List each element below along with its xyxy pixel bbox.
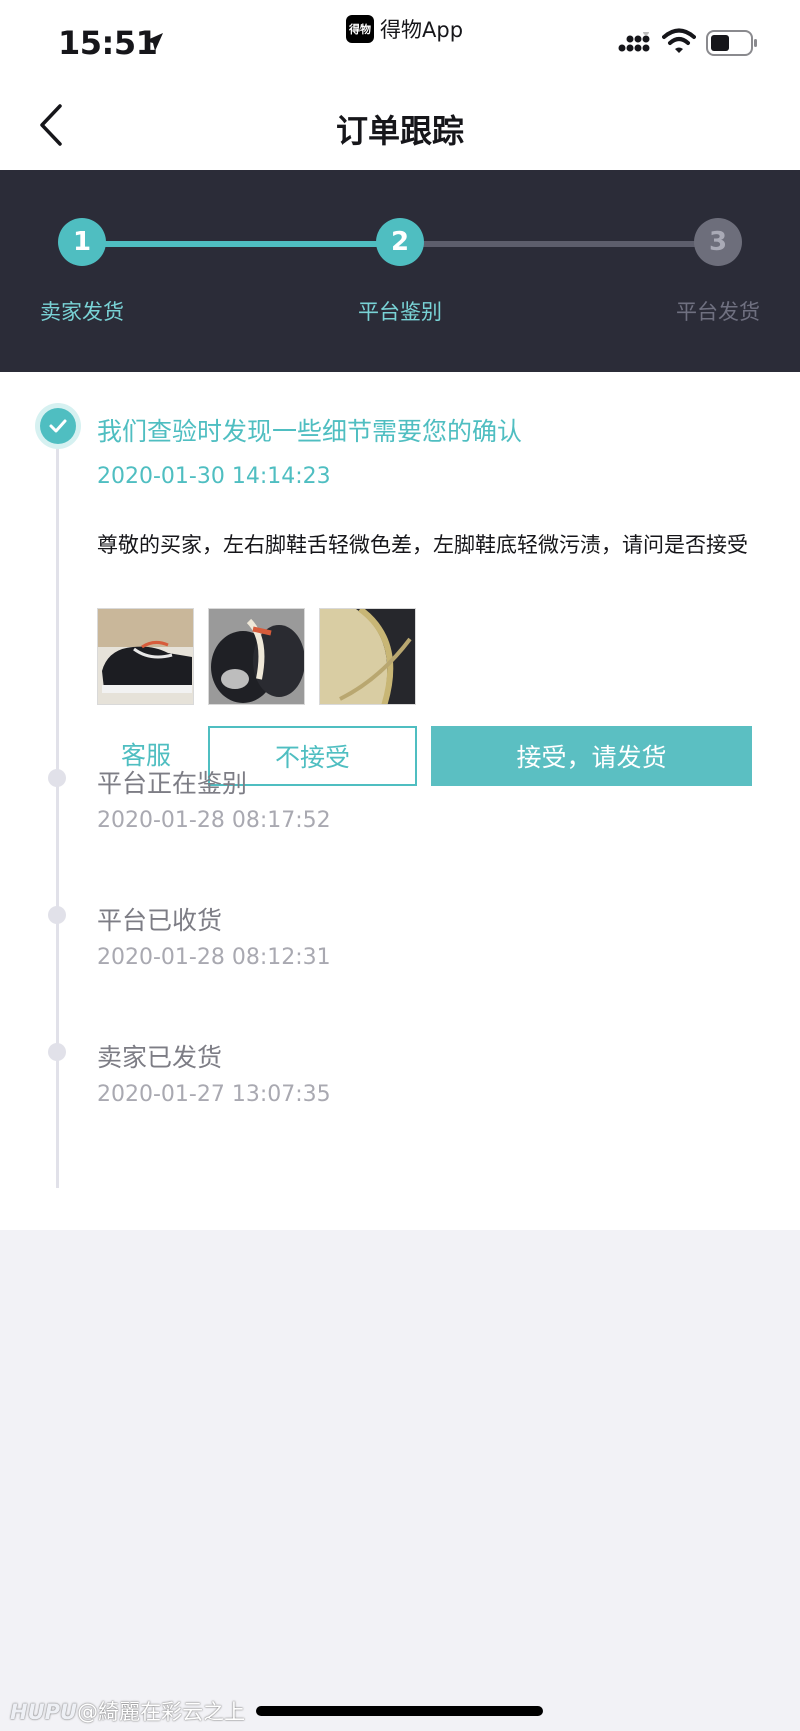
- current-event-time: 2020-01-30 14:14:23: [97, 464, 331, 489]
- watermark-text: @綺麗在彩云之上: [77, 1700, 246, 1724]
- event-title: 卖家已发货: [97, 1043, 223, 1072]
- battery-icon: [706, 30, 757, 56]
- step-2-label: 平台鉴别: [358, 300, 442, 324]
- event-title: 平台已收货: [97, 906, 223, 935]
- timeline-dot: [48, 769, 66, 787]
- watermark-brand: HUPU: [10, 1700, 78, 1724]
- step-1-label: 卖家发货: [40, 300, 124, 324]
- event-title: 平台正在鉴别: [97, 769, 248, 798]
- accept-ship-button[interactable]: 接受，请发货: [431, 726, 752, 786]
- timeline-dot: [48, 1043, 66, 1061]
- timeline-dot: [48, 906, 66, 924]
- nav-bar: 订单跟踪: [0, 80, 800, 170]
- progress-stepper: 1 2 3 卖家发货 平台鉴别 平台发货: [0, 170, 800, 372]
- back-to-app-label: 得物App: [380, 18, 464, 42]
- inspection-photo-2[interactable]: [208, 608, 305, 705]
- step-2-circle: 2: [376, 218, 424, 266]
- inspection-photo-1[interactable]: [97, 608, 194, 705]
- status-bar: 15:51 得物 得物App: [0, 0, 800, 80]
- step-3-label: 平台发货: [676, 300, 760, 324]
- signal-icon: [618, 32, 650, 52]
- tracking-timeline: 我们查验时发现一些细节需要您的确认 2020-01-30 14:14:23 尊敬…: [0, 372, 800, 1230]
- check-icon: [40, 408, 76, 444]
- event-time: 2020-01-28 08:17:52: [97, 808, 331, 833]
- inspection-photo-3[interactable]: [319, 608, 416, 705]
- location-arrow-icon: [145, 33, 163, 51]
- event-time: 2020-01-27 13:07:35: [97, 1082, 331, 1107]
- watermark: HUPU@綺麗在彩云之上: [10, 1696, 245, 1726]
- back-to-app-link[interactable]: 得物 得物App: [346, 14, 463, 44]
- timeline-rail: [56, 428, 59, 1188]
- step-1-circle: 1: [58, 218, 106, 266]
- current-event-title: 我们查验时发现一些细节需要您的确认: [97, 417, 523, 446]
- page-title: 订单跟踪: [335, 112, 464, 150]
- wifi-icon: [662, 28, 696, 53]
- step-connector-pending: [400, 241, 718, 247]
- step-connector-done: [82, 241, 400, 247]
- current-event-description: 尊敬的买家，左右脚鞋舌轻微色差，左脚鞋底轻微污渍，请问是否接受: [97, 533, 748, 557]
- home-indicator[interactable]: [256, 1706, 543, 1716]
- app-logo-icon: 得物: [346, 15, 374, 43]
- step-3-circle: 3: [694, 218, 742, 266]
- event-time: 2020-01-28 08:12:31: [97, 945, 331, 970]
